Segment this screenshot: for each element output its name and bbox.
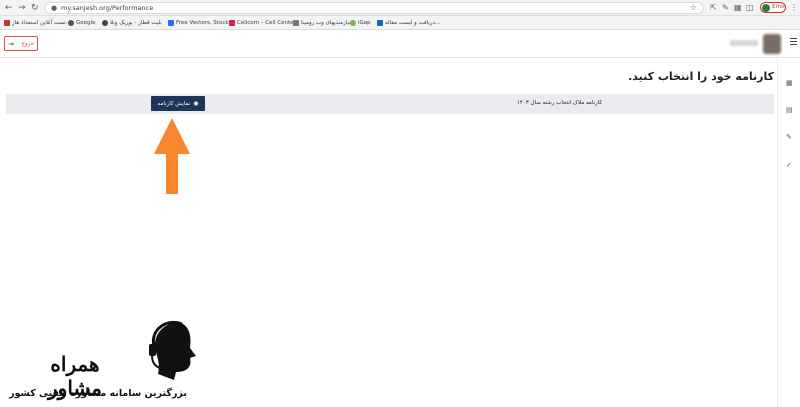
bookmark-favicon-icon xyxy=(68,20,74,26)
pointer-arrow-icon xyxy=(154,118,190,194)
eye-icon: ◉ xyxy=(193,100,199,107)
bookmark-item[interactable]: iGap xyxy=(350,18,371,28)
edit-icon[interactable]: ✎ xyxy=(786,133,792,141)
back-icon[interactable]: ← xyxy=(5,3,13,13)
report-card-row: کارنامه ملاک انتخاب رشته سال ۱۴۰۳ نمایش … xyxy=(6,94,774,114)
logout-button[interactable]: ⇥ خروج xyxy=(4,36,38,51)
profile-status-label: Error xyxy=(772,4,786,10)
browser-toolbar: ← → ↻ ● my.sanjesh.org/Performance ☆ ⇱ ✎… xyxy=(0,0,800,16)
bookmarks-bar: تست آنلاین استعداد هاز... Google بلیت قط… xyxy=(0,16,800,30)
reload-icon[interactable]: ↻ xyxy=(31,3,39,13)
logout-icon: ⇥ xyxy=(8,39,14,48)
show-report-card-label: نمایش کارنامه xyxy=(157,100,191,107)
star-icon[interactable]: ☆ xyxy=(690,3,697,12)
profile-avatar xyxy=(762,4,770,12)
headset-logo-icon xyxy=(149,321,196,380)
extensions-icon[interactable]: ▦ xyxy=(734,3,742,13)
grid-icon[interactable]: ▦ xyxy=(786,79,793,87)
bookmark-item[interactable]: تست آنلاین استعداد هاز... xyxy=(4,18,71,28)
bookmark-favicon-icon xyxy=(102,20,108,26)
avatar[interactable] xyxy=(763,34,781,54)
report-card-label: کارنامه ملاک انتخاب رشته سال ۱۴۰۳ xyxy=(516,100,602,106)
bookmark-favicon-icon xyxy=(168,20,174,26)
bookmark-item[interactable]: Google xyxy=(68,18,95,28)
bookmark-label: Cellcom – Cell Cente... xyxy=(237,20,299,26)
document-icon[interactable]: ▤ xyxy=(786,106,793,114)
address-bar[interactable]: ● my.sanjesh.org/Performance ☆ xyxy=(44,2,704,14)
forward-icon[interactable]: → xyxy=(18,3,26,13)
bookmark-item[interactable]: نیازمندیهای وب رومینا xyxy=(293,18,351,28)
share-icon[interactable]: ⇱ xyxy=(710,3,717,13)
page-content: ⇥ خروج ▦ ▤ ✎ ✓ کارنامه خود را انتخاب کنی… xyxy=(0,31,800,407)
watermark-subtitle: بزرگترین سامانه مشاوره تلفنی کشور xyxy=(9,388,187,399)
bookmark-item[interactable]: دریافت و لیست مقاله... xyxy=(377,18,440,28)
bookmark-favicon-icon xyxy=(229,20,235,26)
bookmark-label: Google xyxy=(76,20,96,26)
bookmark-label: بلیت قطار - بوریک وبلا xyxy=(110,20,162,26)
bookmark-label: Free Vectors, Stock... xyxy=(176,20,234,26)
bookmark-label: تست آنلاین استعداد هاز... xyxy=(12,20,71,26)
sidepanel-icon[interactable]: ◫ xyxy=(746,3,754,13)
bookmark-favicon-icon xyxy=(350,20,356,26)
pen-icon[interactable]: ✎ xyxy=(722,3,729,13)
logout-label: خروج xyxy=(21,40,34,47)
bookmark-label: دریافت و لیست مقاله... xyxy=(385,20,441,26)
bookmark-label: iGap xyxy=(358,20,371,26)
address-url: my.sanjesh.org/Performance xyxy=(61,4,154,12)
lock-icon: ● xyxy=(51,4,58,12)
menu-icon[interactable]: ⋮ xyxy=(790,3,798,12)
right-sidebar: ▦ ▤ ✎ ✓ xyxy=(777,58,800,407)
bookmark-favicon-icon xyxy=(293,20,299,26)
bookmark-label: نیازمندیهای وب رومینا xyxy=(301,20,351,26)
profile-button[interactable]: Error xyxy=(760,2,786,13)
site-header: ⇥ خروج xyxy=(0,31,800,58)
show-report-card-button[interactable]: نمایش کارنامه ◉ xyxy=(151,96,205,111)
bookmark-favicon-icon xyxy=(377,20,383,26)
bookmark-item[interactable]: Free Vectors, Stock... xyxy=(168,18,234,28)
bookmark-favicon-icon xyxy=(4,20,10,26)
check-circle-icon[interactable]: ✓ xyxy=(786,161,792,169)
bookmark-item[interactable]: Cellcom – Cell Cente... xyxy=(229,18,299,28)
user-name-blurred xyxy=(730,40,758,46)
bookmark-item[interactable]: بلیت قطار - بوریک وبلا xyxy=(102,18,162,28)
hamburger-menu-icon[interactable] xyxy=(790,38,797,47)
page-title: کارنامه خود را انتخاب کنید. xyxy=(628,70,774,83)
